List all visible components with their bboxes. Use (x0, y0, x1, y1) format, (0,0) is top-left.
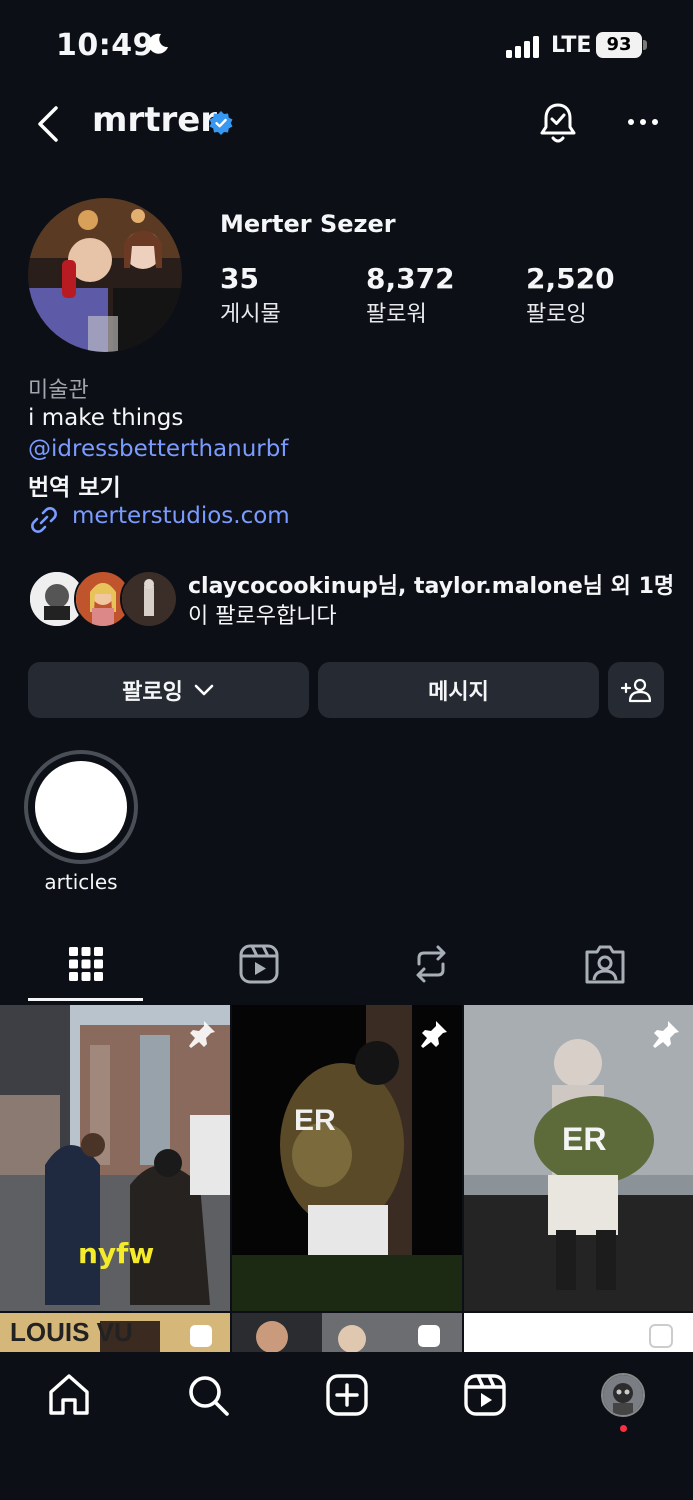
svg-text:ER: ER (562, 1121, 606, 1157)
highlight-cover (35, 761, 127, 853)
page-title: mrtrer (92, 100, 218, 140)
battery-tip (643, 40, 647, 50)
create-icon[interactable] (324, 1372, 370, 1418)
pin-icon (653, 1021, 679, 1048)
post-thumbnail[interactable] (232, 1313, 462, 1353)
nav-avatar-art (603, 1375, 643, 1415)
followers-count[interactable]: 8,372 (366, 262, 455, 295)
highlight-label: articles (44, 870, 118, 894)
website-link[interactable]: merterstudios.com (72, 503, 290, 529)
profile-nav-avatar[interactable] (601, 1373, 645, 1417)
reels-nav-icon[interactable] (462, 1372, 508, 1418)
post-image (232, 1313, 462, 1353)
following-count[interactable]: 2,520 (526, 262, 615, 295)
full-name: Merter Sezer (220, 210, 396, 238)
profile-category: 미술관 (28, 378, 89, 403)
followed-by-text-2[interactable]: 이 팔로우합니다 (188, 598, 337, 630)
bio-mention-link[interactable]: @idressbetterthanurbf (28, 436, 288, 462)
notification-bell-icon[interactable] (536, 100, 580, 146)
message-button-label: 메시지 (428, 680, 489, 705)
follower-avatar[interactable] (120, 570, 178, 628)
post-image: ER (232, 1005, 462, 1311)
following-label[interactable]: 팔로잉 (526, 296, 587, 328)
profile-bio: i make things (28, 405, 184, 431)
posts-count[interactable]: 35 (220, 262, 259, 295)
message-button[interactable]: 메시지 (318, 662, 599, 718)
moon-icon (148, 33, 168, 54)
follower-avatar-art (122, 572, 176, 626)
chevron-down-icon (194, 684, 214, 696)
post-thumbnail[interactable]: ER (232, 1005, 462, 1311)
post-image (464, 1313, 693, 1353)
post-thumbnail[interactable]: LOUIS VU (0, 1313, 230, 1353)
pin-icon (189, 1021, 215, 1048)
svg-text:LOUIS VU: LOUIS VU (10, 1317, 133, 1347)
search-icon[interactable] (185, 1372, 231, 1418)
grid-icon[interactable] (64, 942, 108, 986)
signal-icon (506, 36, 539, 58)
avatar-photo (28, 198, 182, 352)
home-icon[interactable] (46, 1372, 92, 1418)
story-highlight[interactable] (24, 750, 138, 864)
reposts-icon[interactable] (409, 942, 453, 986)
suggest-users-button[interactable] (608, 662, 664, 718)
svg-text:ER: ER (294, 1104, 336, 1137)
following-button[interactable]: 팔로잉 (28, 662, 309, 718)
notification-dot (620, 1425, 627, 1432)
reels-icon[interactable] (237, 942, 281, 986)
tagged-icon[interactable] (583, 942, 627, 986)
status-time: 10:49 (56, 28, 154, 63)
network-label: LTE (551, 33, 592, 58)
posts-label[interactable]: 게시물 (220, 296, 281, 328)
battery-indicator: 93 (596, 32, 642, 58)
post-caption: nyfw (78, 1237, 155, 1270)
link-icon (31, 507, 57, 533)
add-person-icon (621, 678, 651, 703)
post-thumbnail[interactable]: nyfw (0, 1005, 230, 1311)
post-image: ER (464, 1005, 693, 1311)
post-image: LOUIS VU (0, 1313, 230, 1353)
post-thumbnail[interactable]: ER (464, 1005, 693, 1311)
profile-avatar[interactable] (28, 198, 182, 352)
active-tab-indicator (28, 998, 143, 1001)
back-icon[interactable] (32, 104, 64, 144)
pin-icon (421, 1021, 447, 1048)
followers-label[interactable]: 팔로워 (366, 296, 427, 328)
followed-by-text[interactable]: claycocookinup님, taylor.malone님 외 1명 (188, 568, 674, 600)
post-thumbnail[interactable] (464, 1313, 693, 1353)
more-options-icon[interactable] (626, 110, 660, 134)
following-button-label: 팔로잉 (122, 680, 183, 705)
translate-link[interactable]: 번역 보기 (28, 468, 121, 502)
verified-badge-icon (209, 111, 233, 135)
